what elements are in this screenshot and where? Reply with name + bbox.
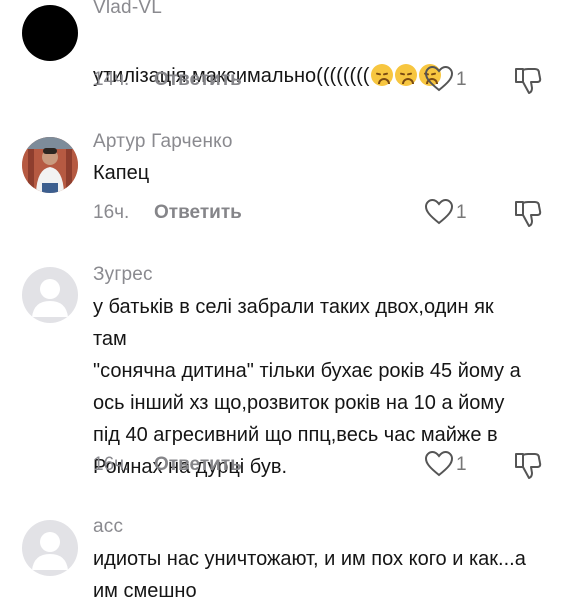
dislike-button[interactable] — [513, 452, 543, 485]
comment-time: 14ч. — [93, 69, 130, 90]
like-count: 1 — [456, 454, 467, 475]
comment-username[interactable]: асс — [93, 516, 123, 538]
comment-time: 16ч. — [93, 202, 130, 223]
avatar[interactable] — [22, 5, 78, 61]
dislike-button[interactable] — [513, 67, 543, 100]
reply-button[interactable]: Ответить — [154, 454, 242, 476]
comment-username[interactable]: Артур Гарченко — [93, 131, 233, 153]
comment-username[interactable]: Vlad-VL — [93, 0, 162, 19]
comment-text: Капец — [93, 162, 150, 184]
default-user-icon — [32, 532, 68, 570]
reply-button[interactable]: Ответить — [154, 69, 242, 91]
heart-outline-icon — [424, 65, 454, 92]
reply-button[interactable]: Ответить — [154, 202, 242, 224]
disappointed-face-icon — [371, 64, 394, 86]
dislike-button[interactable] — [513, 200, 543, 233]
comment-meta: 16ч. Ответить — [93, 454, 242, 476]
comment-text: идиоты нас уничтожают, и им пох кого и к… — [93, 548, 526, 602]
like-count: 1 — [456, 69, 467, 90]
like-button[interactable] — [424, 198, 454, 230]
thumbs-down-icon — [515, 453, 542, 479]
disappointed-face-icon — [395, 64, 418, 86]
comment-meta: 16ч. Ответить — [93, 202, 242, 224]
avatar[interactable] — [22, 520, 78, 576]
like-count: 1 — [456, 202, 467, 223]
default-user-icon — [32, 279, 68, 317]
heart-outline-icon — [424, 198, 454, 225]
thumbs-down-icon — [515, 201, 542, 227]
like-button[interactable] — [424, 450, 454, 482]
comment-time: 16ч. — [93, 454, 130, 475]
like-button[interactable] — [424, 65, 454, 97]
thumbs-down-icon — [515, 68, 542, 94]
comment-username[interactable]: Зугрес — [93, 264, 153, 286]
user-photo — [22, 137, 78, 193]
avatar[interactable] — [22, 137, 78, 193]
avatar[interactable] — [22, 267, 78, 323]
heart-outline-icon — [424, 450, 454, 477]
comment-meta: 14ч. Ответить — [93, 69, 242, 91]
